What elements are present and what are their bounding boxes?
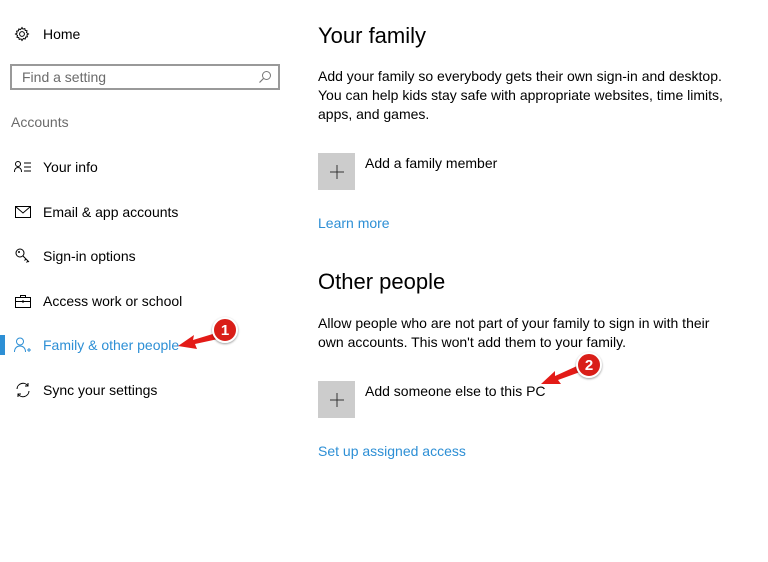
other-people-heading: Other people — [318, 269, 446, 294]
your-family-description: Add your family so everybody gets their … — [318, 68, 723, 122]
add-someone-else-label: Add someone else to this PC — [365, 383, 546, 399]
add-family-member-button[interactable]: Add a family member — [318, 153, 497, 190]
your-family-heading: Your family — [318, 23, 427, 48]
briefcase-icon — [14, 292, 32, 310]
home-button[interactable]: Home — [14, 24, 80, 44]
plus-icon — [318, 153, 355, 190]
sidebar-item-label: Access work or school — [43, 293, 183, 309]
search-icon[interactable] — [258, 70, 272, 84]
home-label: Home — [43, 26, 81, 42]
sidebar-item-sign-in[interactable]: Sign-in options — [0, 242, 290, 270]
search-box — [10, 64, 280, 90]
search-input[interactable] — [12, 69, 258, 85]
sync-icon — [14, 381, 32, 399]
sidebar-item-your-info[interactable]: Your info — [0, 153, 290, 181]
add-someone-else-button[interactable]: Add someone else to this PC — [318, 381, 546, 418]
person-add-icon — [14, 336, 32, 354]
person-card-icon — [14, 158, 32, 176]
sidebar-item-label: Sync your settings — [43, 382, 158, 398]
sidebar-item-label: Sign-in options — [43, 248, 136, 264]
sidebar-item-family[interactable]: Family & other people — [0, 331, 290, 359]
gear-icon — [14, 26, 30, 42]
selection-indicator — [0, 335, 5, 355]
annotation-badge-2: 2 — [576, 352, 602, 378]
sidebar-item-sync[interactable]: Sync your settings — [0, 376, 290, 404]
plus-icon — [318, 381, 355, 418]
mail-icon — [14, 203, 32, 221]
set-up-assigned-access-link[interactable]: Set up assigned access — [318, 443, 466, 459]
sidebar: Home Accounts Your info Email & app acco… — [0, 0, 300, 562]
sidebar-item-label: Email & app accounts — [43, 204, 179, 220]
sidebar-item-work-school[interactable]: Access work or school — [0, 287, 290, 315]
learn-more-link[interactable]: Learn more — [318, 215, 390, 231]
sidebar-item-label: Family & other people — [43, 337, 180, 353]
annotation-badge-1: 1 — [212, 317, 238, 343]
other-people-description: Allow people who are not part of your fa… — [318, 315, 710, 350]
sidebar-item-label: Your info — [43, 159, 98, 175]
section-label: Accounts — [11, 114, 69, 130]
sidebar-item-email[interactable]: Email & app accounts — [0, 198, 290, 226]
key-icon — [14, 247, 32, 265]
add-family-member-label: Add a family member — [365, 155, 498, 171]
